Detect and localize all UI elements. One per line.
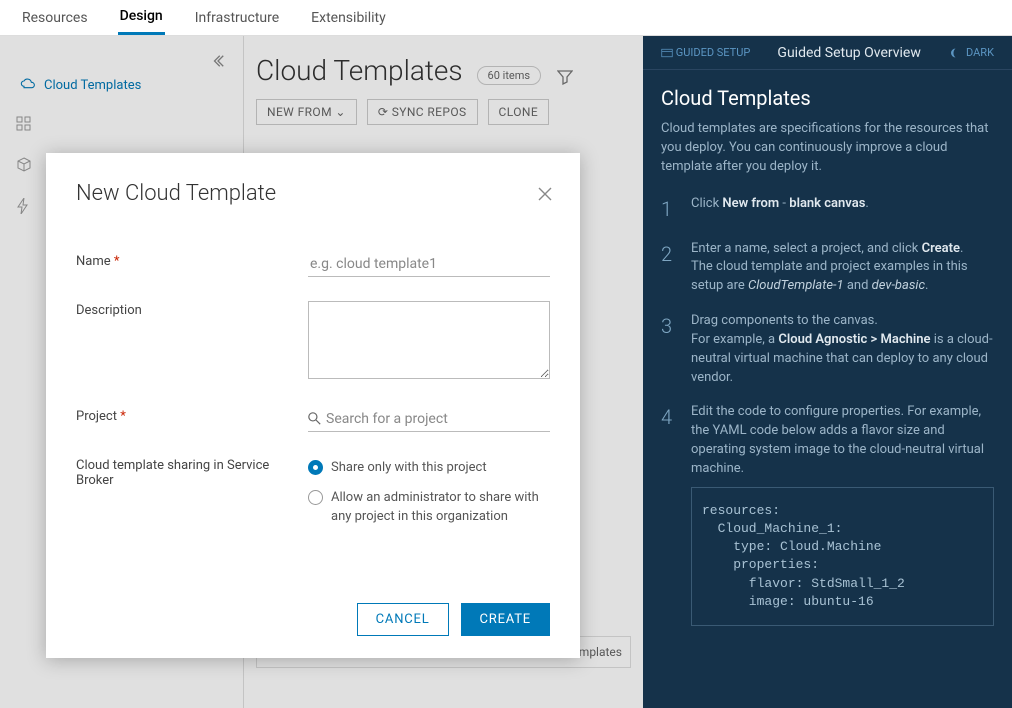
sync-icon: ⟳ (378, 105, 388, 119)
clone-button[interactable]: CLONE (488, 99, 550, 125)
toolbar: NEW FROM ⌄ ⟳ SYNC REPOS CLONE (256, 99, 631, 125)
grid-icon[interactable] (16, 113, 227, 132)
guide-step-2: Enter a name, select a project, and clic… (661, 240, 994, 297)
guide-step-4: Edit the code to configure properties. F… (661, 403, 994, 626)
guided-setup-panel: GUIDED SETUP Guided Setup Overview DARK … (643, 36, 1012, 708)
new-cloud-template-modal: New Cloud Template Name Description Proj… (46, 153, 580, 658)
guide-steps: Click New from - blank canvas. Enter a n… (661, 195, 994, 626)
name-input[interactable] (308, 252, 550, 277)
dark-mode-toggle[interactable]: DARK (948, 46, 994, 59)
radio-share-org[interactable]: Allow an administrator to share with any… (308, 488, 550, 527)
collapse-sidebar-icon[interactable] (10, 50, 233, 69)
cancel-button[interactable]: CANCEL (357, 603, 449, 636)
label-sharing: Cloud template sharing in Service Broker (76, 456, 308, 537)
moon-icon (948, 46, 960, 59)
radio-icon-selected (308, 460, 323, 475)
sidebar-item-label: Cloud Templates (44, 78, 141, 93)
close-icon[interactable] (538, 183, 552, 203)
guide-step-1: Click New from - blank canvas. (661, 195, 994, 224)
top-nav: Resources Design Infrastructure Extensib… (0, 0, 1012, 36)
tab-infrastructure[interactable]: Infrastructure (193, 2, 281, 34)
description-textarea[interactable] (308, 301, 550, 379)
guided-overview-title: Guided Setup Overview (777, 45, 920, 61)
page-title: Cloud Templates (256, 54, 463, 87)
label-description: Description (76, 301, 308, 383)
radio-share-project[interactable]: Share only with this project (308, 458, 550, 478)
search-icon (308, 411, 321, 426)
project-search-input[interactable] (308, 407, 550, 432)
guided-setup-link[interactable]: GUIDED SETUP (661, 46, 750, 59)
sync-repos-button[interactable]: ⟳ SYNC REPOS (367, 99, 478, 125)
guide-step-3: Drag components to the canvas.For exampl… (661, 312, 994, 387)
tab-design[interactable]: Design (118, 0, 165, 35)
radio-icon-unselected (308, 490, 323, 505)
tab-extensibility[interactable]: Extensibility (309, 2, 388, 34)
guide-heading: Cloud Templates (661, 86, 994, 110)
item-count-pill: 60 items (477, 66, 542, 85)
tab-resources[interactable]: Resources (20, 2, 90, 34)
modal-title: New Cloud Template (76, 181, 550, 206)
new-from-button[interactable]: NEW FROM ⌄ (256, 99, 357, 125)
guide-code-block: resources: Cloud_Machine_1: type: Cloud.… (691, 487, 994, 626)
filter-icon[interactable] (557, 66, 573, 85)
label-project: Project (76, 407, 308, 432)
sidebar-item-cloud-templates[interactable]: Cloud Templates (10, 69, 233, 101)
cloud-templates-icon (20, 77, 36, 93)
create-button[interactable]: CREATE (461, 603, 550, 636)
label-name: Name (76, 252, 308, 277)
chevron-down-icon: ⌄ (335, 105, 345, 119)
guide-blurb: Cloud templates are specifications for t… (661, 120, 994, 177)
